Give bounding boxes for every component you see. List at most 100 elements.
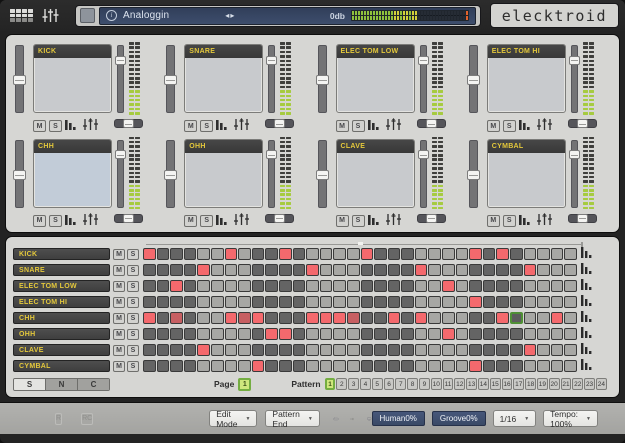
step-31[interactable] [551, 344, 564, 356]
step-27[interactable] [496, 344, 509, 356]
row-mute-button[interactable]: M [113, 361, 125, 372]
pattern-button-18[interactable]: 18 [525, 378, 536, 390]
step-4[interactable] [184, 312, 197, 324]
step-21[interactable] [415, 296, 428, 308]
step-25[interactable] [469, 296, 482, 308]
slider-handle[interactable] [13, 170, 26, 180]
pad-volume-slider[interactable] [318, 45, 327, 113]
step-30[interactable] [537, 248, 550, 260]
pattern-button-1[interactable]: 1 [325, 378, 336, 390]
solo-button[interactable]: S [352, 120, 365, 132]
step-13[interactable] [306, 328, 319, 340]
row-label-button[interactable]: KICK [13, 248, 110, 260]
step-30[interactable] [537, 280, 550, 292]
step-8[interactable] [238, 296, 251, 308]
row-solo-button[interactable]: S [127, 361, 139, 372]
step-4[interactable] [184, 344, 197, 356]
pattern-button-11[interactable]: 11 [443, 378, 454, 390]
human-button[interactable]: Human0% [372, 411, 425, 426]
solo-button[interactable]: S [352, 215, 365, 227]
step-19[interactable] [388, 248, 401, 260]
pattern-button-4[interactable]: 4 [360, 378, 371, 390]
step-31[interactable] [551, 360, 564, 372]
faders-icon[interactable] [234, 212, 249, 230]
step-27[interactable] [496, 312, 509, 324]
step-7[interactable] [225, 360, 238, 372]
step-1[interactable] [143, 328, 156, 340]
step-21[interactable] [415, 328, 428, 340]
mixer-view-icon[interactable] [42, 8, 59, 23]
row-meter-icon[interactable] [581, 357, 595, 375]
step-14[interactable] [320, 248, 333, 260]
step-9[interactable] [252, 248, 265, 260]
step-26[interactable] [483, 248, 496, 260]
step-11[interactable] [279, 328, 292, 340]
pattern-button-16[interactable]: 16 [502, 378, 513, 390]
mute-button[interactable]: M [33, 215, 46, 227]
pattern-button-2[interactable]: 2 [336, 378, 347, 390]
step-29[interactable] [524, 360, 537, 372]
bars-icon[interactable] [65, 117, 78, 135]
bars-icon[interactable] [65, 212, 78, 230]
tempo-dropdown[interactable]: Tempo: 100%▼ [543, 410, 598, 427]
step-4[interactable] [184, 296, 197, 308]
step-25[interactable] [469, 328, 482, 340]
step-19[interactable] [388, 360, 401, 372]
step-32[interactable] [564, 344, 577, 356]
step-3[interactable] [170, 344, 183, 356]
step-20[interactable] [401, 248, 414, 260]
row-solo-button[interactable]: S [127, 329, 139, 340]
step-29[interactable] [524, 296, 537, 308]
step-20[interactable] [401, 312, 414, 324]
row-solo-button[interactable]: S [127, 249, 139, 260]
step-3[interactable] [170, 312, 183, 324]
pad-pan-slider[interactable] [265, 119, 294, 128]
step-12[interactable] [293, 360, 306, 372]
step-11[interactable] [279, 280, 292, 292]
pattern-button-10[interactable]: 10 [431, 378, 442, 390]
bars-icon[interactable] [368, 117, 381, 135]
pattern-button-17[interactable]: 17 [513, 378, 524, 390]
pattern-button-13[interactable]: 13 [466, 378, 477, 390]
pattern-button-19[interactable]: 19 [537, 378, 548, 390]
step-28[interactable] [510, 296, 523, 308]
step-31[interactable] [551, 264, 564, 276]
row-mute-button[interactable]: M [113, 313, 125, 324]
faders-icon[interactable] [386, 212, 401, 230]
step-17[interactable] [361, 344, 374, 356]
drum-pad[interactable]: CYMBAL [487, 139, 566, 208]
step-26[interactable] [483, 264, 496, 276]
pattern-button-5[interactable]: 5 [372, 378, 383, 390]
slider-handle[interactable] [467, 75, 480, 85]
step-16[interactable] [347, 328, 360, 340]
solo-button[interactable]: S [200, 120, 213, 132]
step-8[interactable] [238, 360, 251, 372]
row-solo-button[interactable]: S [127, 265, 139, 276]
step-22[interactable] [428, 280, 441, 292]
step-19[interactable] [388, 280, 401, 292]
step-1[interactable] [143, 312, 156, 324]
row-label-button[interactable]: SNARE [13, 264, 110, 276]
step-16[interactable] [347, 264, 360, 276]
pattern-button-12[interactable]: 12 [454, 378, 465, 390]
pattern-button-6[interactable]: 6 [384, 378, 395, 390]
step-32[interactable] [564, 264, 577, 276]
step-25[interactable] [469, 344, 482, 356]
drum-pad[interactable]: SNARE [184, 44, 263, 113]
step-3[interactable] [170, 264, 183, 276]
step-16[interactable] [347, 312, 360, 324]
faders-icon[interactable] [537, 117, 552, 135]
pattern-button-23[interactable]: 23 [584, 378, 595, 390]
faders-icon[interactable] [234, 117, 249, 135]
row-label-button[interactable]: CLAVE [13, 344, 110, 356]
bars-icon[interactable] [519, 117, 532, 135]
pad-pitch-slider[interactable] [268, 45, 275, 113]
step-30[interactable] [537, 360, 550, 372]
step-24[interactable] [456, 296, 469, 308]
mute-button[interactable]: M [184, 120, 197, 132]
mute-button[interactable]: M [487, 215, 500, 227]
step-12[interactable] [293, 280, 306, 292]
step-11[interactable] [279, 312, 292, 324]
step-6[interactable] [211, 248, 224, 260]
pad-volume-slider[interactable] [469, 140, 478, 208]
